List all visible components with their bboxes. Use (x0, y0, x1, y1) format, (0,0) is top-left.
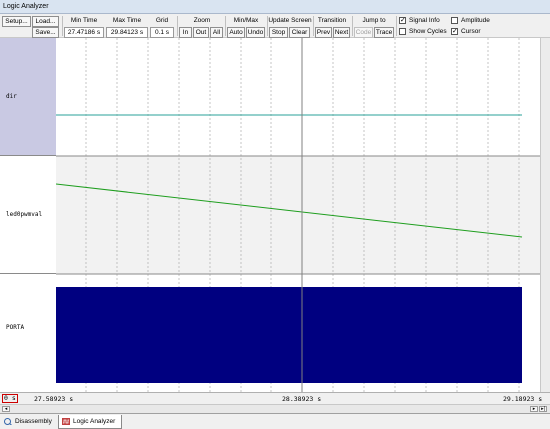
transition-next-button[interactable]: Next (333, 27, 350, 38)
load-button[interactable]: Load... (32, 16, 59, 27)
cursor-time: 28.38923 s (282, 395, 322, 403)
scroll-left-arrow[interactable]: ◂ (2, 406, 10, 412)
amplitude-checkbox[interactable] (451, 17, 458, 24)
jump-trace-button[interactable]: Trace (374, 27, 394, 38)
max-time-label: Max Time (112, 17, 142, 24)
zoom-label: Zoom (193, 17, 211, 24)
signal-label-porta[interactable]: PORTA (0, 274, 56, 392)
scroll-end-arrow[interactable]: ▸| (539, 406, 547, 412)
dir-track-bg (56, 38, 540, 156)
scroll-right-arrow[interactable]: ▸ (530, 406, 538, 412)
porta-waveform (56, 287, 522, 383)
waveform-plot[interactable]: 3 0 310 0 1 0 (56, 38, 540, 392)
zoom-all-button[interactable]: All (210, 27, 223, 38)
tab-label: Disassembly (15, 418, 52, 425)
signal-label-dir[interactable]: dir (0, 38, 56, 156)
disassembly-icon (4, 418, 12, 425)
toolbar-separator (225, 16, 226, 36)
tab-label: Logic Analyzer (73, 418, 116, 425)
jump-code-button[interactable]: Code (354, 27, 373, 38)
zoom-in-button[interactable]: In (179, 27, 192, 38)
toolbar-separator (62, 16, 63, 36)
right-time: 29.18923 s (503, 395, 543, 403)
tab-logic-analyzer[interactable]: Logic Analyzer (58, 415, 122, 429)
toolbar: Setup... Load... Save... Min Time 27.471… (0, 14, 550, 38)
min-time-label: Min Time (70, 17, 98, 24)
show-cycles-checkbox[interactable] (399, 28, 406, 35)
transition-label: Transition (317, 17, 347, 24)
toolbar-separator (396, 16, 397, 36)
transition-prev-button[interactable]: Prev (315, 27, 332, 38)
amplitude-label: Amplitude (461, 17, 490, 24)
grid-label: Grid (155, 17, 169, 24)
minmax-auto-button[interactable]: Auto (227, 27, 245, 38)
jump-to-label: Jump to (362, 17, 386, 24)
zoom-out-button[interactable]: Out (193, 27, 209, 38)
minmax-label: Min/Max (233, 17, 259, 24)
signal-area: dir led0pwmval PORTA 3 0 310 0 1 0 (0, 38, 550, 392)
signal-name: dir (6, 93, 17, 100)
horizontal-scrollbar[interactable]: ◂ ▸ ▸| (0, 404, 550, 413)
signal-label-column: dir led0pwmval PORTA (0, 38, 56, 392)
vertical-scrollbar[interactable] (540, 38, 550, 392)
show-cycles-label: Show Cycles (409, 28, 447, 35)
max-time-value: 29.84123 s (106, 27, 148, 38)
signal-info-checkbox[interactable]: ✓ (399, 17, 406, 24)
logic-analyzer-icon (62, 418, 70, 425)
bottom-tab-bar: Disassembly Logic Analyzer (0, 413, 550, 429)
minmax-undo-button[interactable]: Undo (246, 27, 265, 38)
cursor-checkbox[interactable]: ✓ (451, 28, 458, 35)
window-title-bar: Logic Analyzer (0, 0, 550, 14)
signal-label-led0pwmval[interactable]: led0pwmval (0, 156, 56, 274)
update-screen-label: Update Screen (268, 17, 312, 24)
corner-time: 0 s (2, 394, 18, 403)
window-title: Logic Analyzer (3, 3, 49, 10)
setup-button[interactable]: Setup... (2, 16, 31, 27)
update-stop-button[interactable]: Stop (269, 27, 288, 38)
toolbar-separator (177, 16, 178, 36)
cursor-label: Cursor (461, 28, 481, 35)
left-time: 27.58923 s (34, 395, 74, 403)
led0pwmval-track-bg (56, 156, 540, 274)
signal-info-label: Signal Info (409, 17, 440, 24)
signal-name: PORTA (6, 324, 25, 331)
signal-name: led0pwmval (6, 211, 43, 218)
save-button[interactable]: Save... (32, 27, 59, 38)
tab-disassembly[interactable]: Disassembly (1, 415, 57, 429)
min-time-value: 27.47186 s (64, 27, 104, 38)
grid-value: 0.1 s (150, 27, 174, 38)
time-axis: 0 s 27.58923 s 28.38923 s 29.18923 s (0, 392, 550, 404)
update-clear-button[interactable]: Clear (289, 27, 310, 38)
